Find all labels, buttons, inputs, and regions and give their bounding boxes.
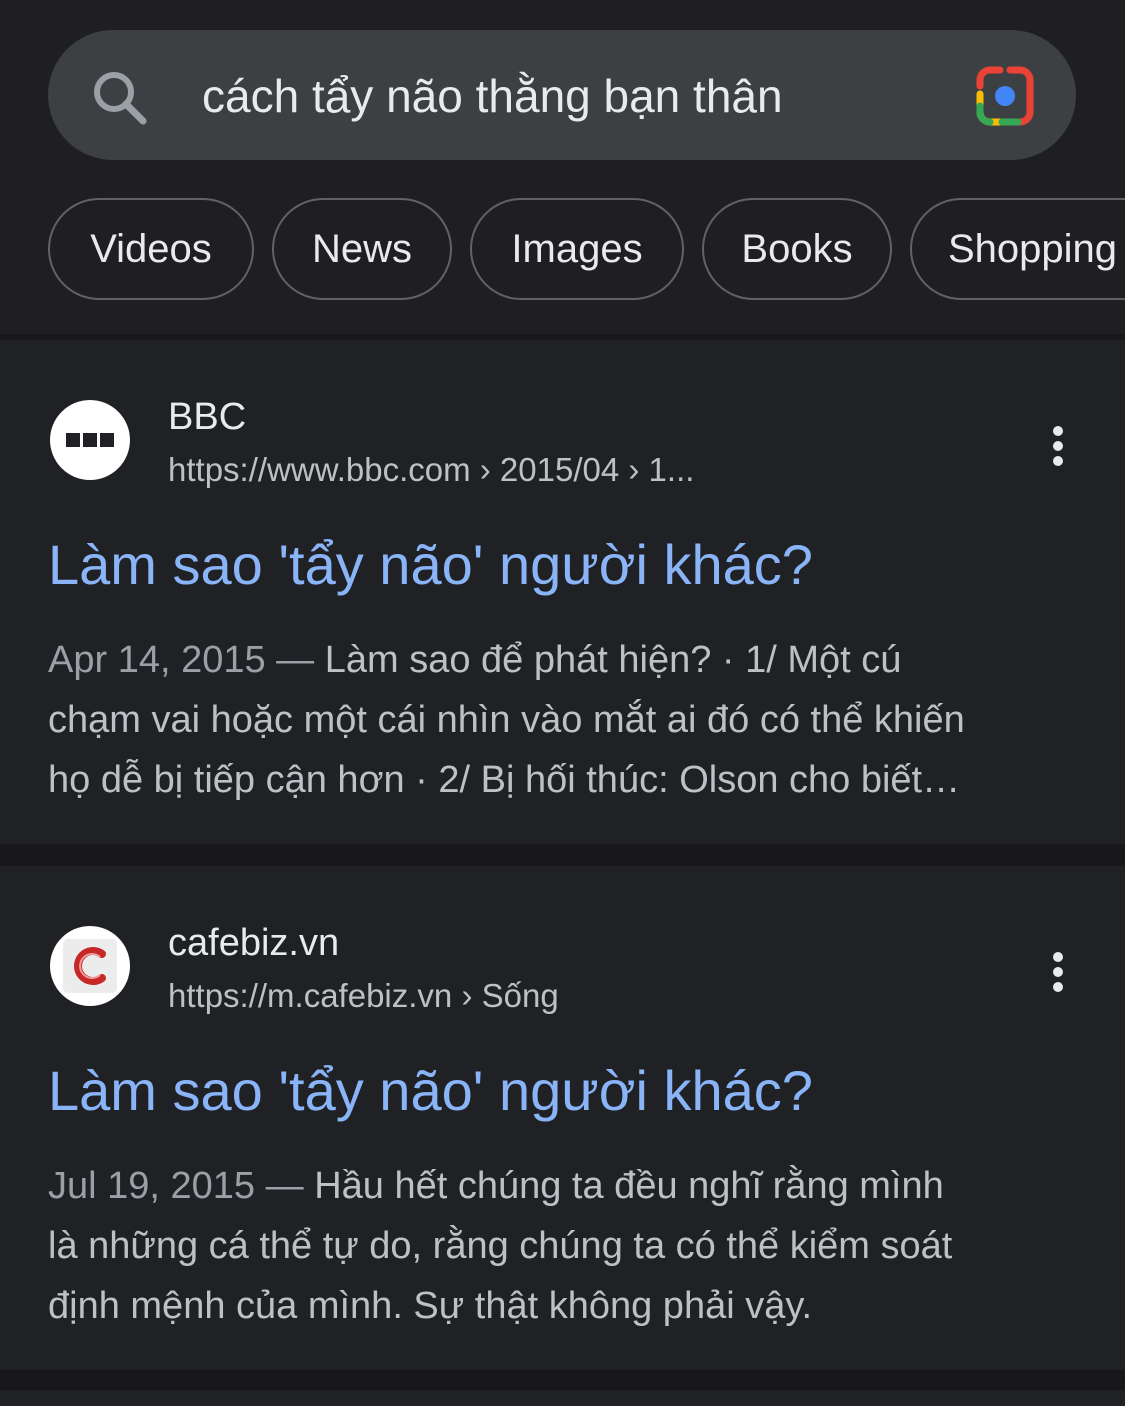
result-title-link[interactable]: Làm sao 'tẩy não' người khác? <box>48 1056 813 1126</box>
chip-shopping[interactable]: Shopping <box>910 198 1125 300</box>
site-name[interactable]: BBC <box>168 394 246 440</box>
result-card <box>0 1390 1125 1406</box>
more-options-icon[interactable] <box>1040 942 1076 1002</box>
snippet-line-2: chạm vai hoặc một cái nhìn vào mắt ai đó… <box>48 699 965 741</box>
chip-books[interactable]: Books <box>702 198 892 300</box>
snippet-separator: — <box>265 1165 304 1207</box>
snippet-line-1: Jul 19, 2015 — Hầu hết chúng ta đều nghĩ… <box>48 1156 1078 1216</box>
snippet-separator: — <box>276 639 315 681</box>
search-icon[interactable] <box>90 68 148 126</box>
google-lens-icon[interactable] <box>972 66 1038 126</box>
result-date: Apr 14, 2015 <box>48 639 266 681</box>
search-input[interactable]: cách tẩy não thằng bạn thân <box>202 66 783 126</box>
chip-videos[interactable]: Videos <box>48 198 254 300</box>
snippet-line-3: họ dễ bị tiếp cận hơn · 2/ Bị hối thúc: … <box>48 759 961 801</box>
site-name[interactable]: cafebiz.vn <box>168 920 339 966</box>
snippet-line-2: là những cá thể tự do, rằng chúng ta có … <box>48 1225 953 1267</box>
result-snippet: Apr 14, 2015 — Làm sao để phát hiện? · 1… <box>48 630 1078 810</box>
search-filter-chips: Videos News Images Books Shopping <box>0 196 1125 306</box>
result-title-link[interactable]: Làm sao 'tẩy não' người khác? <box>48 530 813 600</box>
result-date: Jul 19, 2015 <box>48 1165 256 1207</box>
bbc-logo-icon[interactable] <box>50 400 130 480</box>
divider <box>0 844 1125 866</box>
chip-news[interactable]: News <box>272 198 452 300</box>
more-options-icon[interactable] <box>1040 416 1076 476</box>
snippet-line-1: Apr 14, 2015 — Làm sao để phát hiện? · 1… <box>48 630 1078 690</box>
cafebiz-logo-icon[interactable] <box>50 926 130 1006</box>
snippet-line-3: định mệnh của mình. Sự thật không phải v… <box>48 1285 813 1327</box>
snippet-text: Làm sao để phát hiện? · 1/ Một cú <box>324 639 902 681</box>
site-url[interactable]: https://m.cafebiz.vn › Sống <box>168 976 559 1016</box>
search-results-page: cách tẩy não thằng bạn thân Videos News … <box>0 0 1125 1406</box>
chip-images[interactable]: Images <box>470 198 684 300</box>
divider <box>0 1370 1125 1390</box>
result-snippet: Jul 19, 2015 — Hầu hết chúng ta đều nghĩ… <box>48 1156 1078 1336</box>
snippet-text: Hầu hết chúng ta đều nghĩ rằng mình <box>314 1165 944 1207</box>
site-url[interactable]: https://www.bbc.com › 2015/04 › 1... <box>168 450 694 490</box>
